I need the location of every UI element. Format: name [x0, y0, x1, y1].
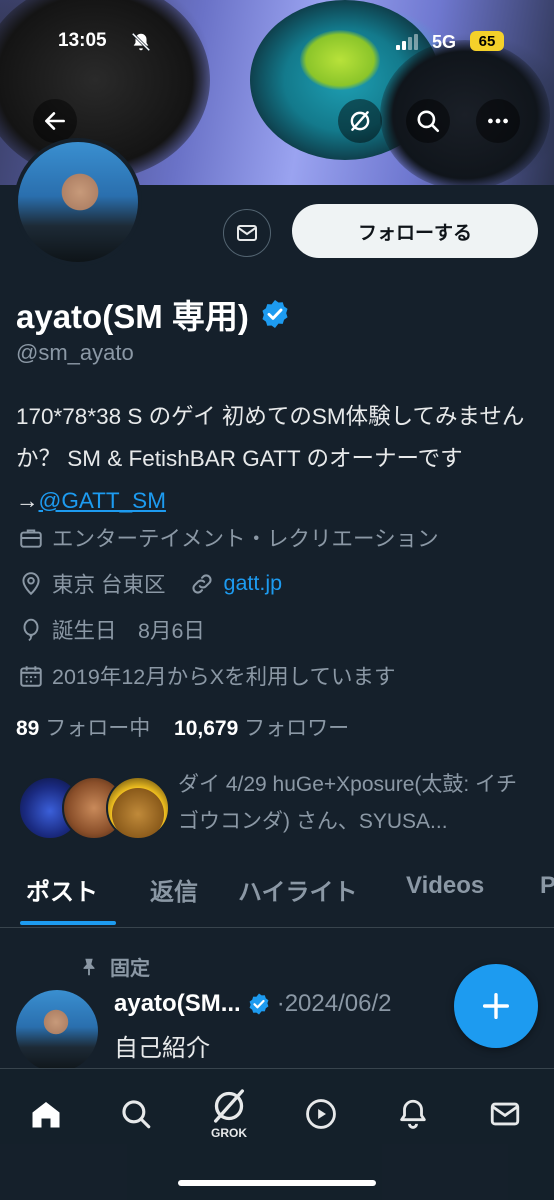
follow-button[interactable]: フォローする: [292, 204, 538, 258]
tab-posts[interactable]: ポスト: [26, 872, 98, 907]
tab-videos[interactable]: Videos: [406, 872, 484, 900]
search-icon: [417, 110, 440, 133]
network-type: 5G: [432, 32, 457, 52]
verified-badge-icon: [262, 300, 288, 328]
category-row: エンターテイメント・レクリエーション: [18, 522, 439, 553]
message-button[interactable]: [223, 209, 271, 257]
nav-search[interactable]: [112, 1090, 160, 1138]
location-pin-icon: [22, 571, 40, 595]
bell-icon: [400, 1099, 426, 1129]
user-handle: @sm_ayato: [16, 340, 134, 365]
following-label: フォロー中: [45, 717, 151, 740]
nav-video[interactable]: [297, 1090, 345, 1138]
post-author-avatar[interactable]: [16, 990, 98, 1072]
verified-badge-icon: [249, 993, 269, 1015]
back-button[interactable]: [33, 99, 77, 143]
status-time: 13:05: [58, 30, 107, 51]
bio-mention-link[interactable]: @GATT_SM: [39, 488, 166, 513]
active-tab-indicator: [20, 921, 116, 925]
pinned-label: 固定: [110, 958, 150, 980]
grok-icon: [350, 111, 370, 131]
signal-icon: [396, 34, 418, 55]
pin-icon: [83, 958, 95, 975]
more-dots-icon: [488, 118, 508, 124]
tab-highlights[interactable]: ハイライト: [238, 872, 358, 907]
post-author-name[interactable]: ayato(SM...: [114, 990, 241, 1018]
envelope-icon: [237, 225, 257, 241]
back-arrow-icon: [45, 112, 65, 130]
tab-overflow[interactable]: P: [540, 872, 554, 900]
profile-website-link[interactable]: gatt.jp: [223, 571, 282, 596]
profile-category: エンターテイメント・レクリエーション: [52, 527, 439, 551]
profile-joined-date: 2019年12月からXを利用しています: [52, 665, 396, 689]
play-circle-icon: [306, 1099, 336, 1129]
location-website-row: 東京 台東区 gatt.jp: [18, 568, 282, 599]
tabs-divider: [0, 927, 554, 928]
nav-notifications[interactable]: [389, 1090, 437, 1138]
briefcase-icon: [20, 528, 42, 548]
mutual-follower-avatar[interactable]: [106, 776, 170, 840]
following-count: 89: [16, 717, 40, 740]
joined-row: 2019年12月からXを利用しています: [18, 660, 395, 691]
search-icon: [122, 1100, 151, 1129]
compose-post-button[interactable]: [454, 964, 538, 1048]
search-button[interactable]: [406, 99, 450, 143]
battery-indicator: 65: [470, 31, 504, 51]
post-date: ·2024/06/2: [276, 990, 392, 1017]
silent-bell-icon: [130, 31, 152, 58]
home-icon: [32, 1102, 60, 1128]
more-button[interactable]: [476, 99, 520, 143]
nav-home[interactable]: [22, 1090, 70, 1138]
nav-grok[interactable]: GROK: [205, 1078, 253, 1148]
post-header: ayato(SM... ·2024/06/2: [114, 990, 391, 1018]
grok-label: GROK: [211, 1126, 247, 1140]
display-name: ayato(SM 専用): [16, 298, 249, 335]
tab-replies[interactable]: 返信: [150, 872, 198, 907]
followers-label: フォロワー: [244, 717, 350, 740]
profile-birthday: 誕生日 8月6日: [52, 619, 205, 643]
home-indicator[interactable]: [178, 1180, 376, 1186]
birthday-row: 誕生日 8月6日: [18, 614, 205, 645]
display-name-row: ayato(SM 専用): [16, 290, 291, 338]
calendar-icon: [20, 665, 42, 687]
nav-messages[interactable]: [481, 1090, 529, 1138]
followers-link[interactable]: 10,679 フォロワー: [174, 717, 349, 740]
profile-location: 東京 台東区: [52, 573, 166, 597]
follow-counts: 89 フォロー中 10,679 フォロワー: [16, 712, 349, 742]
pinned-indicator: 固定: [78, 952, 150, 981]
plus-icon: [482, 992, 510, 1020]
grok-analyze-button[interactable]: [338, 99, 382, 143]
grok-icon: [214, 1089, 244, 1123]
followed-by-text[interactable]: ダイ 4/29 huGe+Xposure(太鼓: イチゴウコンダ) さん、SYU…: [178, 766, 538, 840]
balloon-icon: [23, 618, 39, 641]
followers-count: 10,679: [174, 717, 239, 740]
link-icon: [192, 573, 213, 594]
profile-avatar[interactable]: [14, 138, 142, 266]
envelope-icon: [490, 1102, 520, 1126]
post-text[interactable]: 自己紹介: [114, 1028, 210, 1063]
following-link[interactable]: 89 フォロー中: [16, 717, 150, 740]
profile-bio: 170*78*38 S のゲイ 初めてのSM体験してみませんか？ SM & Fe…: [16, 396, 536, 522]
